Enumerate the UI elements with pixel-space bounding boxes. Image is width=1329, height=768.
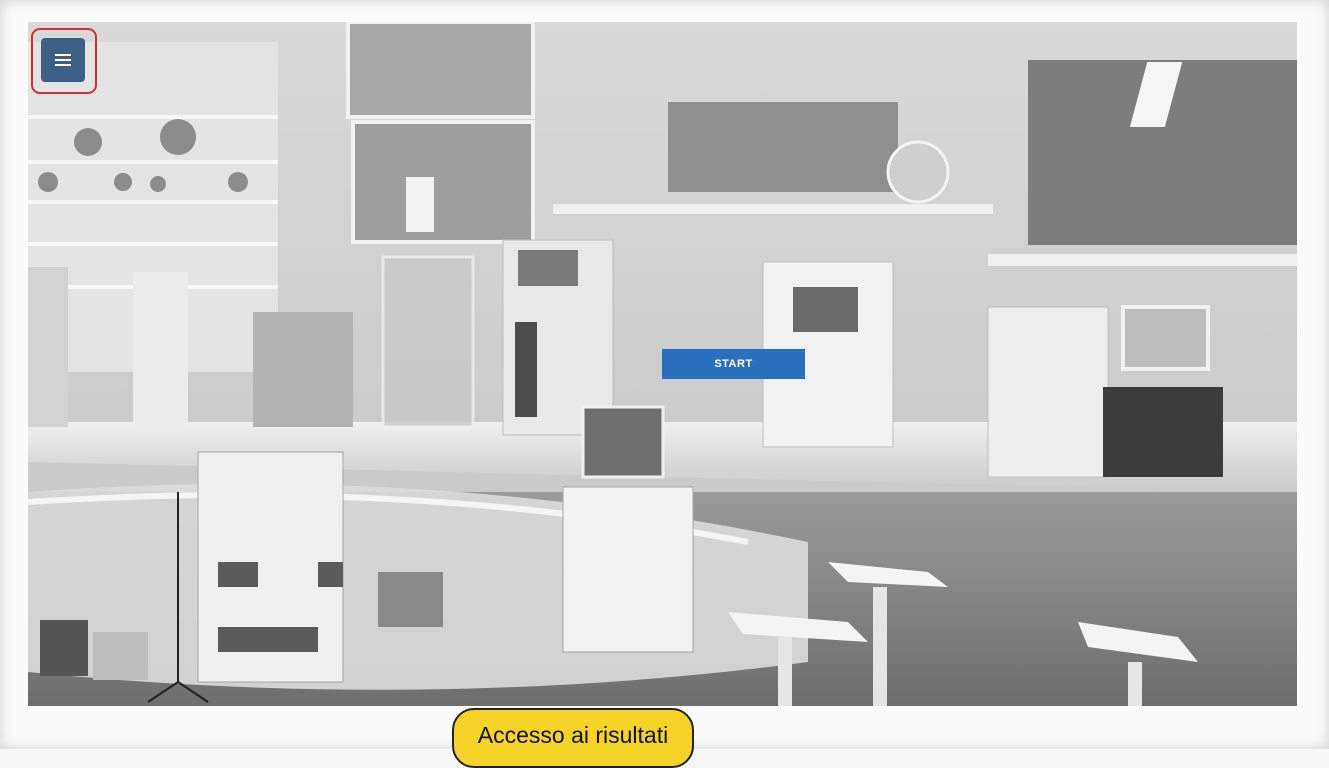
hamburger-menu-icon	[55, 54, 71, 56]
app-frame: START Accesso ai risultati	[0, 0, 1329, 768]
results-access-label: Accesso ai risultati	[477, 722, 669, 748]
results-access-button[interactable]: Accesso ai risultati	[452, 708, 694, 768]
hamburger-menu-button[interactable]	[41, 38, 85, 82]
start-button[interactable]: START	[662, 349, 805, 379]
